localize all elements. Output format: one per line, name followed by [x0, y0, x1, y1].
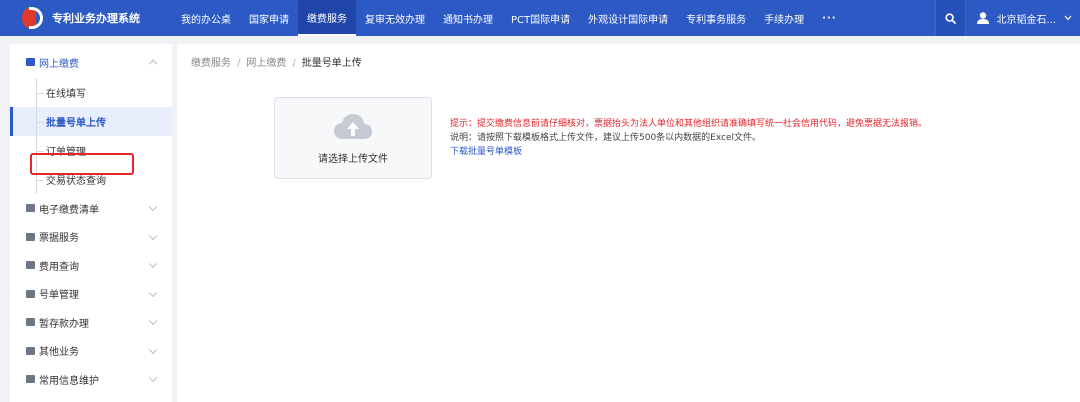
upload-label: 请选择上传文件 [318, 153, 388, 165]
user-menu[interactable]: 北京韬金石... [965, 0, 1080, 36]
chevron-down-icon [148, 345, 158, 354]
sidebar-item-label: 批量号单上传 [46, 118, 106, 129]
nav-item-national-application[interactable]: 国家申请 [240, 0, 298, 36]
user-name: 北京韬金石... [996, 14, 1056, 26]
nav-item-patent-affairs[interactable]: 专利事务服务 [677, 0, 755, 36]
breadcrumb-item-online-payment[interactable]: 网上缴费 [246, 58, 286, 69]
list-icon [26, 204, 35, 213]
sidebar: 网上缴费 在线填写 批量号单上传 订单管理 交易状态查询 电子缴费清单 票据服务… [10, 44, 172, 402]
chevron-down-icon [148, 202, 158, 212]
nav-item-pct[interactable]: PCT国际申请 [502, 0, 579, 36]
sidebar-item-transaction-query[interactable]: 交易状态查询 [10, 165, 172, 194]
sidebar-group-label: 常用信息维护 [39, 375, 99, 387]
main-content: 缴费服务 / 网上缴费 / 批量号单上传 请选择上传文件 提示：提交缴费信息前请仔细核对… [177, 44, 1080, 402]
nav-item-procedures[interactable]: 手续办理 [755, 0, 813, 36]
download-template-link[interactable]: 下载批量号单模板 [450, 145, 927, 159]
breadcrumb-separator: / [237, 58, 241, 69]
chevron-down-icon [148, 373, 158, 383]
chevron-down-icon [148, 316, 158, 326]
sidebar-group-deposit[interactable]: 暂存款办理 [10, 308, 172, 337]
sidebar-group-label: 费用查询 [39, 261, 79, 273]
nav-item-notices[interactable]: 通知书办理 [434, 0, 502, 36]
breadcrumb-item-current: 批量号单上传 [301, 58, 362, 69]
deposit-icon [26, 318, 35, 327]
sidebar-group-info-maintenance[interactable]: 常用信息维护 [10, 365, 172, 394]
payment-icon [26, 58, 35, 66]
sidebar-item-online-fill[interactable]: 在线填写 [10, 78, 172, 107]
tips-panel: 提示：提交缴费信息前请仔细核对，票据抬头为法人单位和其他组织请准确填写统一社会信… [450, 117, 927, 159]
app-title: 专利业务办理系统 [52, 12, 140, 25]
other-business-icon [26, 346, 35, 355]
breadcrumb-separator: / [292, 58, 296, 69]
sidebar-group-label: 其他业务 [39, 347, 79, 359]
nav-item-my-desk[interactable]: 我的办公桌 [172, 0, 240, 36]
sidebar-group-label: 号单管理 [39, 290, 79, 302]
sidebar-item-label: 在线填写 [46, 89, 86, 100]
sidebar-group-invoice-service[interactable]: 票据服务 [10, 223, 172, 252]
breadcrumb-item-payment-service[interactable]: 缴费服务 [191, 58, 231, 69]
user-icon [977, 12, 990, 24]
sidebar-group-online-payment[interactable]: 网上缴费 [10, 46, 172, 78]
chevron-down-icon [148, 259, 158, 269]
sidebar-group-number-list[interactable]: 号单管理 [10, 280, 172, 309]
nav-item-reexamination[interactable]: 复审无效办理 [356, 0, 434, 36]
sidebar-group-e-payment-list[interactable]: 电子缴费清单 [10, 194, 172, 223]
chevron-down-icon [148, 288, 158, 297]
fee-query-icon [26, 261, 35, 270]
warning-tip: 提示：提交缴费信息前请仔细核对，票据抬头为法人单位和其他组织请准确填写统一社会信… [450, 119, 928, 129]
sidebar-item-label: 订单管理 [46, 147, 86, 158]
breadcrumb: 缴费服务 / 网上缴费 / 批量号单上传 [191, 54, 362, 69]
sidebar-group-label: 暂存款办理 [39, 318, 89, 330]
cnipa-logo [20, 7, 46, 29]
sidebar-item-batch-upload[interactable]: 批量号单上传 [10, 107, 172, 136]
instruction-note: 说明：请按照下载模板格式上传文件，建议上传500条以内数据的Excel文件。 [450, 133, 762, 143]
sidebar-item-label: 交易状态查询 [46, 176, 106, 187]
sidebar-item-order-management[interactable]: 订单管理 [10, 136, 172, 165]
info-maintenance-icon [26, 375, 35, 384]
search-button[interactable] [935, 0, 966, 36]
chevron-up-icon [148, 59, 158, 69]
brand[interactable]: 专利业务办理系统 [0, 0, 172, 36]
sidebar-group-label: 电子缴费清单 [39, 204, 99, 216]
chevron-down-icon [148, 231, 158, 240]
nav-item-design-international[interactable]: 外观设计国际申请 [579, 0, 677, 36]
nav-item-payment-service[interactable]: 缴费服务 [298, 0, 356, 36]
invoice-icon [26, 232, 35, 241]
chevron-down-icon [1064, 15, 1072, 21]
nav-more-button[interactable]: ··· [813, 0, 845, 36]
main-nav: 我的办公桌 国家申请 缴费服务 复审无效办理 通知书办理 PCT国际申请 外观设… [172, 0, 846, 36]
sidebar-group-other-business[interactable]: 其他业务 [10, 337, 172, 366]
top-navbar: 专利业务办理系统 我的办公桌 国家申请 缴费服务 复审无效办理 通知书办理 PC… [0, 0, 1080, 36]
sidebar-group-label: 网上缴费 [39, 58, 79, 70]
cloud-upload-icon [334, 113, 372, 139]
number-list-icon [26, 289, 35, 298]
search-icon [945, 12, 957, 24]
sidebar-group-fee-query[interactable]: 费用查询 [10, 251, 172, 280]
file-upload-area[interactable]: 请选择上传文件 [274, 97, 432, 179]
sidebar-group-label: 票据服务 [39, 233, 79, 245]
